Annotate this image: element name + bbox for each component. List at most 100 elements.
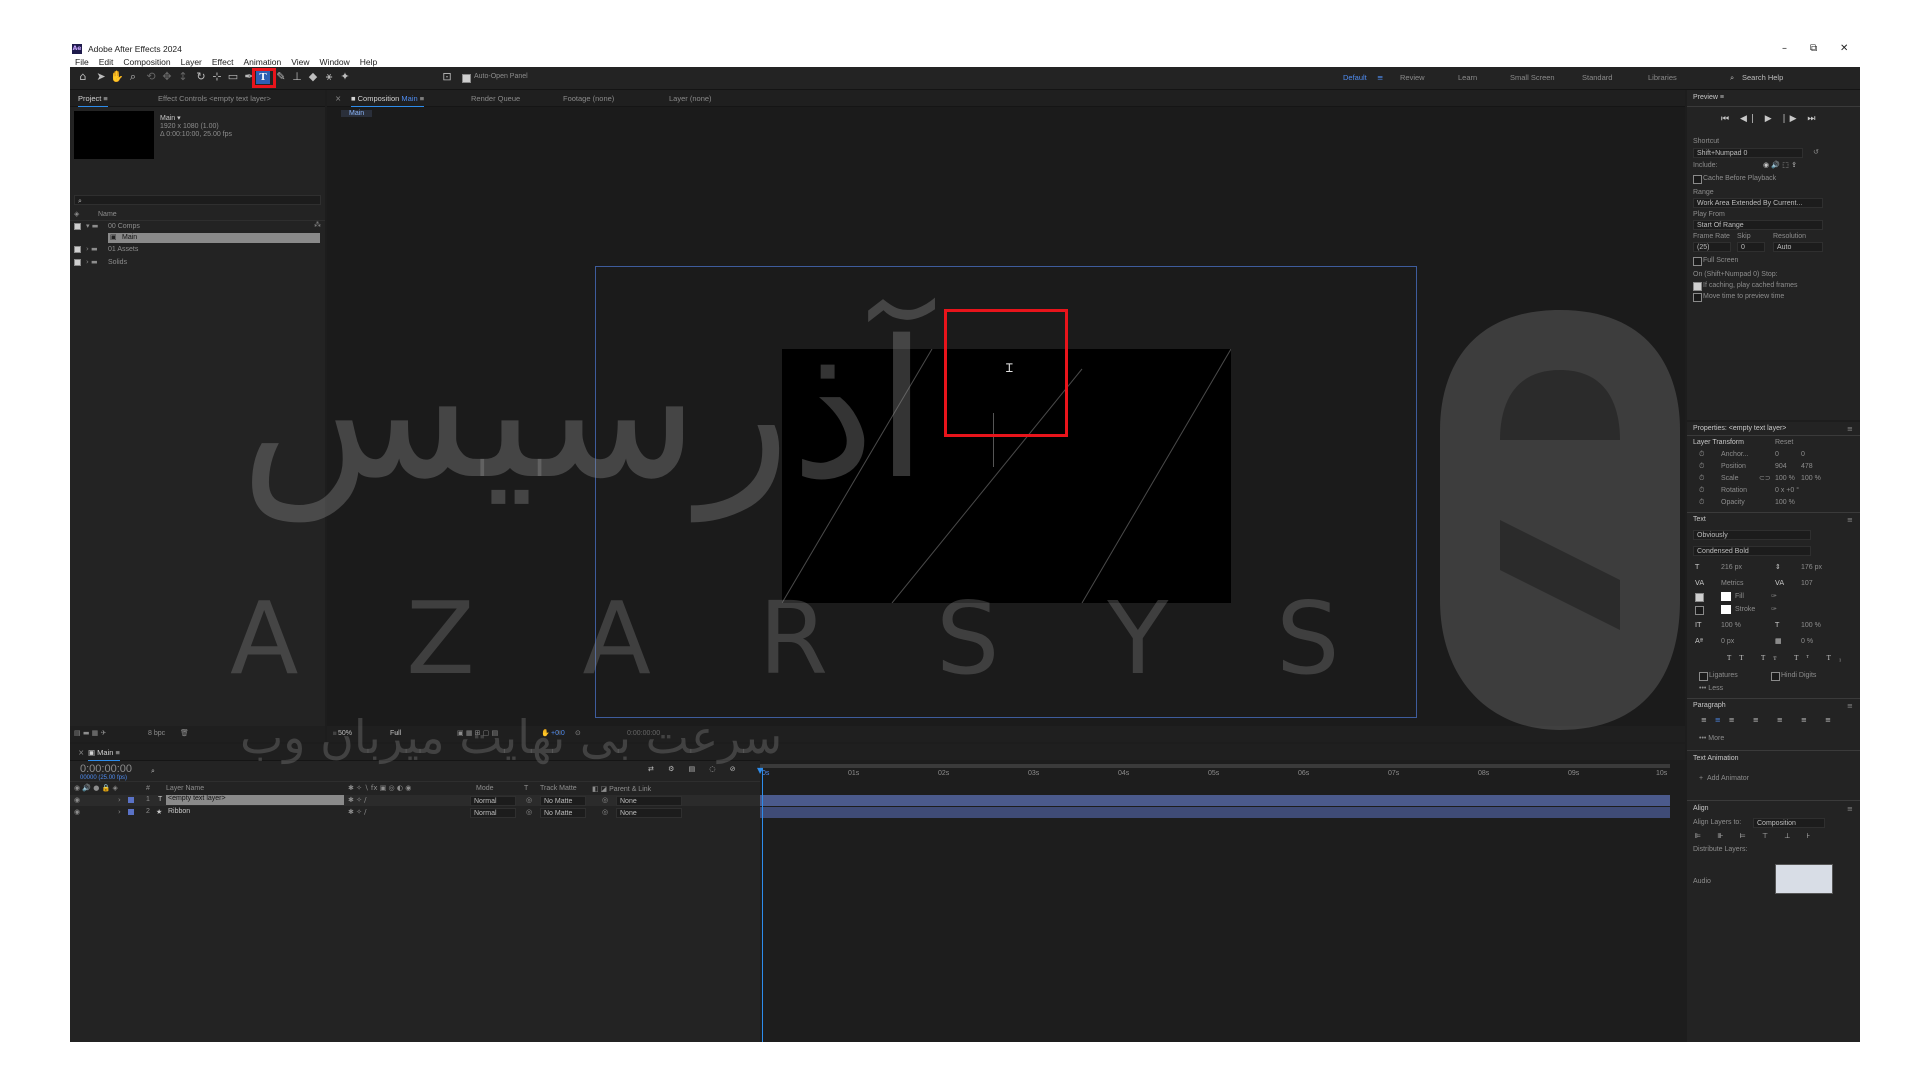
timeline-switches-icons[interactable]: ⇄ ⚙ ▤ ◌ ⊘ [648,765,742,773]
pick-whip-icon[interactable]: ◎ [602,808,608,816]
layer-name[interactable]: Ribbon [168,808,190,815]
project-item-main-comp[interactable]: ▣ Main [108,233,320,243]
panel-menu-icon[interactable]: ≡ [1847,425,1853,433]
layer-bar-1[interactable] [760,795,1670,806]
layer-matte-dropdown[interactable]: No Matte [540,796,586,806]
composition-frame[interactable]: Ɪ [595,266,1417,718]
menu-window[interactable]: Window [320,57,350,67]
minimize-icon[interactable]: – [1782,42,1787,56]
visibility-eye-icon[interactable]: ◉ [74,796,80,804]
pick-whip-icon[interactable]: ◎ [602,796,608,804]
tracking-value[interactable]: 107 [1801,580,1813,587]
layer-mode-dropdown[interactable]: Normal [470,808,516,818]
tab-composition[interactable]: ■ Composition Main ≡ [351,94,425,107]
menu-view[interactable]: View [291,57,309,67]
timeline-layer-row-1[interactable]: ◉ › 1 T <empty text layer> ✱ ✧ / Normal … [70,795,760,806]
menu-layer[interactable]: Layer [181,57,202,67]
timeline-layer-row-2[interactable]: ◉ › 2 ★ Ribbon ✱ ✧ / Normal ◎ No Matte ◎… [70,807,760,818]
position-x-value[interactable]: 904 [1775,463,1787,470]
if-caching-checkbox[interactable] [1693,282,1702,291]
stopwatch-icon[interactable]: ⏱ [1699,498,1704,507]
less-link[interactable]: ••• Less [1699,685,1723,692]
tab-project[interactable]: Project ≡ [78,94,108,107]
resolution-dropdown-preview[interactable]: Auto [1773,242,1823,252]
skip-dropdown[interactable]: 0 [1737,242,1765,252]
ligatures-checkbox[interactable] [1699,672,1708,681]
layer-switches[interactable]: ✱ ✧ / [348,808,367,816]
project-item-assets-folder[interactable]: › ▬ 01 Assets [70,245,320,255]
close-icon[interactable]: ✕ [1840,42,1848,56]
stopwatch-icon[interactable]: ⏱ [1699,474,1704,483]
comp-name[interactable]: Main ▾ [160,114,181,122]
layer-bar-2[interactable] [760,807,1670,818]
layer-parent-dropdown[interactable]: None [616,796,682,806]
fill-checkbox[interactable] [1695,593,1704,602]
workspace-standard[interactable]: Standard [1582,73,1612,82]
constrain-proportions-icon[interactable]: ⊂⊃ [1759,474,1771,482]
playhead-icon[interactable]: ▼ [757,766,763,775]
workspace-small-screen[interactable]: Small Screen [1510,73,1555,82]
include-toggles-icons[interactable]: ◉ 🔊 ⬚ ⇪ [1763,161,1797,169]
position-y-value[interactable]: 478 [1801,463,1813,470]
full-screen-checkbox[interactable] [1693,257,1702,266]
font-style-dropdown[interactable]: Condensed Bold [1693,546,1811,556]
mode-header[interactable]: Mode [476,785,494,792]
paragraph-align-buttons[interactable]: ≡≡≡ ≡ ≡ ≡ ≡ [1701,716,1839,724]
reset-shortcut-icon[interactable]: ↺ [1813,148,1819,156]
font-family-dropdown[interactable]: Obviously [1693,530,1811,540]
workspace-learn[interactable]: Learn [1458,73,1477,82]
menu-help[interactable]: Help [360,57,377,67]
align-target-dropdown[interactable]: Composition [1753,818,1825,828]
workspace-libraries[interactable]: Libraries [1648,73,1677,82]
eyedropper-icon[interactable]: ✑ [1771,605,1777,613]
tsume-value[interactable]: 0 % [1801,638,1813,645]
range-dropdown[interactable]: Work Area Extended By Current... [1693,198,1823,208]
hand-tool-icon[interactable]: ✋ [110,70,124,84]
move-time-checkbox[interactable] [1693,293,1702,302]
layer-switches[interactable]: ✱ ✧ / [348,796,367,804]
layer-name[interactable]: <empty text layer> [166,795,344,805]
workspace-default[interactable]: Default [1343,73,1367,82]
workspace-review[interactable]: Review [1400,73,1425,82]
cache-before-playback-checkbox[interactable] [1693,175,1702,184]
text-section-menu-icon[interactable]: ≡ [1847,516,1853,524]
track-matte-icon[interactable]: ◎ [526,796,532,804]
reset-transform-link[interactable]: Reset [1775,439,1793,446]
interpret-footage-icon[interactable]: ▤ ▬ ▦ ✈ [74,729,106,737]
orbit-tool-icon[interactable]: ⟲ [144,70,158,84]
anchor-x-value[interactable]: 0 [1775,451,1779,458]
comp-timecode[interactable]: 0:00:00:00 [627,730,660,737]
parent-header[interactable]: ◧ ◪ Parent & Link [592,785,651,793]
fill-swatch[interactable] [1721,592,1731,601]
close-tab-icon[interactable]: × [78,748,84,757]
kerning-value[interactable]: Metrics [1721,580,1744,587]
current-time-display[interactable]: 0:00:00:00 [80,763,132,775]
layer-name-header[interactable]: Layer Name [166,785,204,792]
menu-effect[interactable]: Effect [212,57,234,67]
opacity-value[interactable]: 100 % [1775,499,1795,506]
workspace-menu-icon[interactable]: ≡ [1377,73,1383,82]
rotation-tool-icon[interactable]: ↻ [194,70,208,84]
frame-rate-dropdown[interactable]: (25) [1693,242,1731,252]
rotation-value[interactable]: 0 x +0 ° [1775,487,1799,494]
shortcut-dropdown[interactable]: Shift+Numpad 0 [1693,148,1803,158]
scale-x-value[interactable]: 100 % [1775,475,1795,482]
font-size-value[interactable]: 216 px [1721,564,1742,571]
rectangle-tool-icon[interactable]: ▭ [226,70,240,84]
baseline-shift-value[interactable]: 0 px [1721,638,1734,645]
pan-behind-tool-icon[interactable]: ⊹ [210,70,224,84]
tab-footage[interactable]: Footage (none) [563,94,614,103]
tab-render-queue[interactable]: Render Queue [471,94,520,103]
menu-animation[interactable]: Animation [243,57,281,67]
anchor-y-value[interactable]: 0 [1801,451,1805,458]
eyedropper-icon[interactable]: ✑ [1771,592,1777,600]
puppet-pin-tool-icon[interactable]: ✦ [338,70,352,84]
zoom-dropdown[interactable]: 50% [335,729,379,739]
expand-layer-icon[interactable]: › [118,796,121,804]
leading-value[interactable]: 176 px [1801,564,1822,571]
dolly-tool-icon[interactable]: ↕ [176,70,190,84]
layer-label-color[interactable] [128,809,134,815]
menu-file[interactable]: File [75,57,89,67]
scale-y-value[interactable]: 100 % [1801,475,1821,482]
playback-controls-icons[interactable]: ⏮ ◀| ▶ |▶ ⏭ [1721,114,1819,124]
